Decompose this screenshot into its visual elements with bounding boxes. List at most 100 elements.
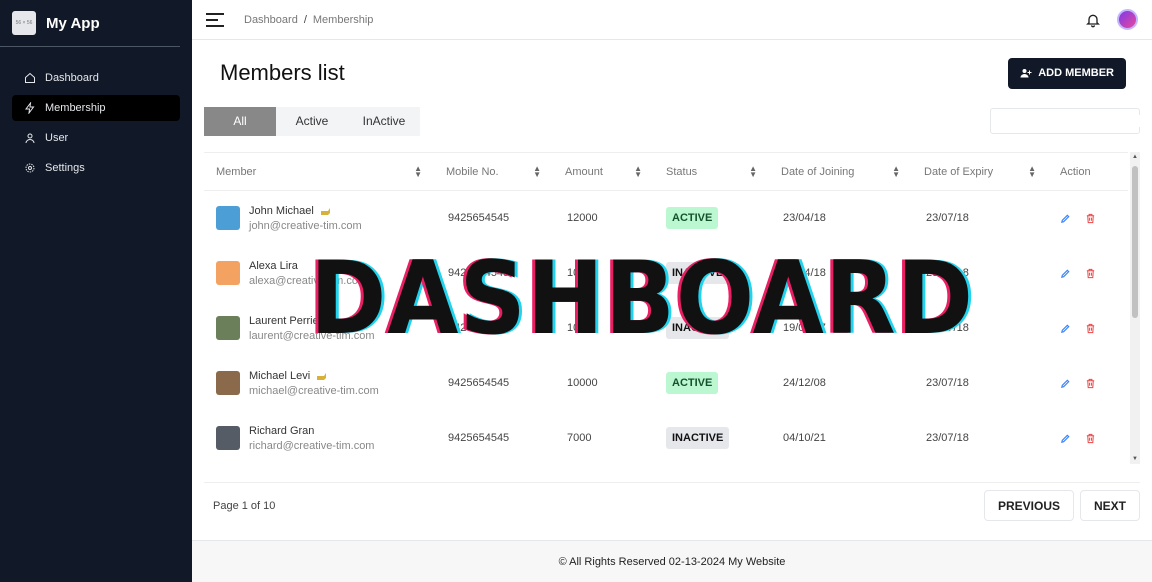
action-cell xyxy=(1048,301,1128,356)
sort-icon[interactable]: ▲ ▼ xyxy=(533,164,541,178)
delete-icon[interactable] xyxy=(1085,323,1096,334)
action-cell xyxy=(1048,246,1128,301)
search-input[interactable] xyxy=(1001,115,1143,127)
brand[interactable]: 56 × 56 My App xyxy=(0,0,180,47)
delete-icon[interactable] xyxy=(1085,378,1096,389)
column-member[interactable]: Member ▲ ▼ xyxy=(204,152,434,191)
sidebar: 56 × 56 My App Dashboard Membership User… xyxy=(0,0,192,582)
joining-cell: 04/10/21 xyxy=(783,432,826,444)
sidebar-item-dashboard[interactable]: Dashboard xyxy=(12,65,180,91)
member-avatar xyxy=(216,316,240,340)
edit-icon[interactable] xyxy=(1060,323,1071,334)
add-user-icon xyxy=(1020,69,1032,78)
bell-icon[interactable] xyxy=(1085,12,1101,28)
member-avatar xyxy=(216,206,240,231)
header-actions xyxy=(1085,9,1138,30)
sidebar-item-membership[interactable]: Membership xyxy=(12,95,180,121)
member-avatar xyxy=(216,261,240,285)
column-status[interactable]: Status ▲ ▼ xyxy=(654,152,769,191)
status-badge: INACTIVE xyxy=(666,427,730,449)
title-row: Members list ADD MEMBER xyxy=(192,40,1152,106)
amount-cell: 12000 xyxy=(567,212,598,225)
app-name: My App xyxy=(46,14,100,32)
page-info: Page 1 of 10 xyxy=(213,499,276,512)
delete-icon[interactable] xyxy=(1085,268,1096,279)
column-date-joining[interactable]: Date of Joining ▲ ▼ xyxy=(769,152,912,191)
column-amount[interactable]: Amount ▲ ▼ xyxy=(553,152,654,191)
status-badge: ACTIVE xyxy=(666,372,719,394)
sidebar-item-settings[interactable]: Settings xyxy=(12,155,180,181)
previous-button[interactable]: PREVIOUS xyxy=(983,490,1074,521)
breadcrumb-membership: Membership xyxy=(312,13,374,26)
app-logo: 56 × 56 xyxy=(12,11,36,35)
sort-icon[interactable]: ▲ ▼ xyxy=(1028,164,1036,178)
column-mobile[interactable]: Mobile No. ▲ ▼ xyxy=(434,152,553,191)
top-header: Dashboard / Membership xyxy=(192,0,1152,40)
member-cell: John Michael john@creative-tim.com xyxy=(204,191,434,246)
gear-icon xyxy=(25,163,35,173)
member-email: michael@creative-tim.com xyxy=(249,384,379,397)
delete-icon[interactable] xyxy=(1085,213,1096,224)
member-email: john@creative-tim.com xyxy=(249,219,362,232)
pager-buttons: PREVIOUS NEXT xyxy=(983,490,1140,521)
breadcrumb: Dashboard / Membership xyxy=(244,14,373,26)
tab-active[interactable]: Active xyxy=(276,106,348,136)
table-row[interactable]: Richard Gran richard@creative-tim.com 94… xyxy=(204,411,1128,465)
sidebar-item-label: Settings xyxy=(45,162,85,174)
expiry-cell: 23/07/18 xyxy=(926,212,969,225)
next-button[interactable]: NEXT xyxy=(1079,490,1140,521)
status-cell: ACTIVE xyxy=(654,356,769,411)
sort-icon[interactable]: ▲ ▼ xyxy=(892,164,900,178)
breadcrumb-separator: / xyxy=(303,13,307,26)
edit-icon[interactable] xyxy=(1060,433,1071,444)
status-badge: ACTIVE xyxy=(666,207,719,230)
edit-icon[interactable] xyxy=(1060,213,1071,224)
action-cell xyxy=(1048,191,1128,246)
user-avatar[interactable] xyxy=(1117,9,1138,30)
member-name: Michael Levi xyxy=(249,369,311,382)
member-name-wrap: John Michael xyxy=(249,205,362,217)
hand-icon xyxy=(317,372,327,380)
table-row[interactable]: Michael Levi michael@creative-tim.com 94… xyxy=(204,356,1128,411)
sort-icon[interactable]: ▲ ▼ xyxy=(749,164,757,178)
expiry-cell: 23/07/18 xyxy=(926,377,969,389)
footer: © All Rights Reserved 02-13-2024 My Webs… xyxy=(192,540,1152,582)
menu-toggle-icon[interactable] xyxy=(206,12,224,27)
scrollbar-thumb[interactable] xyxy=(1132,166,1138,318)
sort-icon[interactable]: ▲ ▼ xyxy=(634,164,642,178)
table-scrollbar[interactable]: ▲ ▼ xyxy=(1130,152,1140,464)
sidebar-item-label: User xyxy=(45,132,69,144)
member-avatar xyxy=(216,426,240,450)
mobile-cell: 9425654545 xyxy=(448,212,510,225)
search-box[interactable] xyxy=(990,108,1143,134)
scroll-up-icon[interactable]: ▲ xyxy=(1132,154,1138,160)
tab-inactive[interactable]: InActive xyxy=(348,106,420,136)
member-avatar xyxy=(216,371,240,395)
action-cell xyxy=(1048,356,1128,411)
action-cell xyxy=(1048,411,1128,465)
scroll-down-icon[interactable]: ▼ xyxy=(1132,456,1138,462)
tab-all[interactable]: All xyxy=(204,106,276,136)
breadcrumb-dashboard[interactable]: Dashboard xyxy=(244,14,298,26)
member-email: richard@creative-tim.com xyxy=(249,439,375,452)
add-member-button[interactable]: ADD MEMBER xyxy=(1008,57,1126,89)
user-icon xyxy=(25,133,35,144)
member-cell: Michael Levi michael@creative-tim.com xyxy=(204,356,434,411)
delete-icon[interactable] xyxy=(1085,433,1096,444)
amount-cell: 7000 xyxy=(567,432,592,444)
joining-cell: 24/12/08 xyxy=(783,377,826,389)
member-name-wrap: Michael Levi xyxy=(249,370,379,382)
edit-icon[interactable] xyxy=(1060,378,1071,389)
table-header-row: Member ▲ ▼ Mobile No. ▲ ▼ Amount ▲ ▼ Status ▲ ▼ … xyxy=(204,152,1128,191)
mobile-cell: 9425654545 xyxy=(448,377,510,389)
table-row[interactable]: John Michael john@creative-tim.com 94256… xyxy=(204,191,1128,246)
status-tabs: All Active InActive xyxy=(204,106,420,136)
member-name: Alexa Lira xyxy=(249,259,298,272)
column-action: Action xyxy=(1048,152,1128,191)
column-date-expiry[interactable]: Date of Expiry ▲ ▼ xyxy=(912,152,1048,191)
sort-icon[interactable]: ▲ ▼ xyxy=(414,164,422,178)
sidebar-item-user[interactable]: User xyxy=(12,125,180,151)
edit-icon[interactable] xyxy=(1060,268,1071,279)
home-icon xyxy=(25,72,35,83)
sidebar-item-label: Dashboard xyxy=(45,72,99,84)
